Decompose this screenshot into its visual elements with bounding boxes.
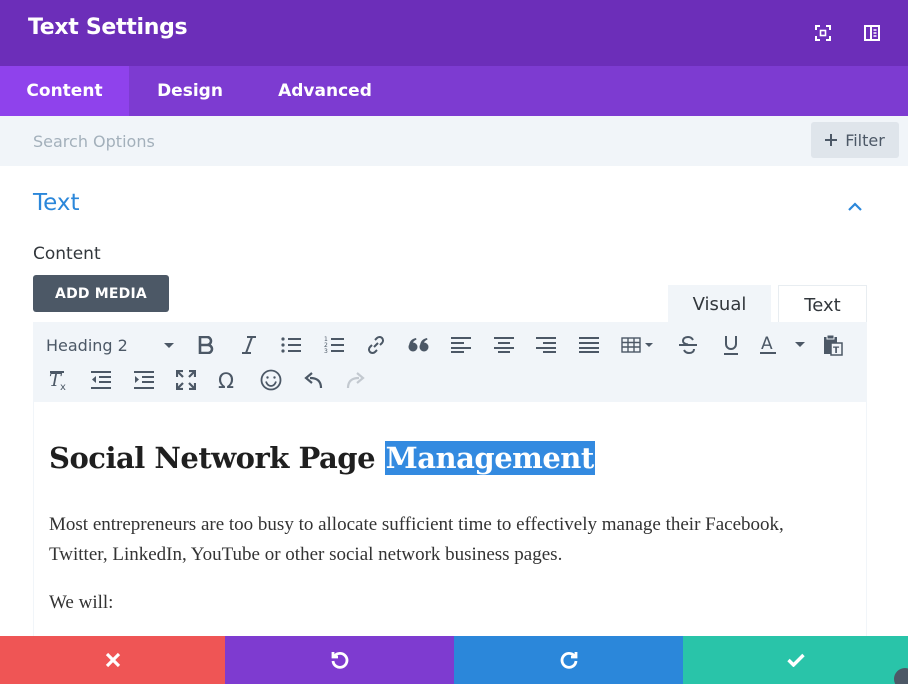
plus-icon <box>825 134 838 146</box>
tab-content[interactable]: Content <box>0 66 129 116</box>
modal-header: Text Settings <box>0 0 908 66</box>
align-justify-icon[interactable] <box>574 330 604 360</box>
undo-icon[interactable] <box>298 365 328 395</box>
indent-icon[interactable] <box>129 365 159 395</box>
settings-tabs: Content Design Advanced <box>0 66 908 116</box>
svg-text:A: A <box>761 335 773 354</box>
fullscreen-icon[interactable] <box>171 365 201 395</box>
editor-paragraph[interactable]: Most entrepreneurs are too busy to alloc… <box>49 510 839 570</box>
editor-heading[interactable]: Social Network Page Management <box>49 441 595 475</box>
align-right-icon[interactable] <box>531 330 561 360</box>
add-media-button[interactable]: ADD MEDIA <box>33 275 169 312</box>
chevron-up-icon[interactable] <box>847 197 863 216</box>
tab-design[interactable]: Design <box>140 66 240 116</box>
underline-icon[interactable] <box>716 330 746 360</box>
align-center-icon[interactable] <box>489 330 519 360</box>
table-icon[interactable] <box>618 330 658 360</box>
text-color-icon[interactable]: A <box>757 330 807 360</box>
selected-text: Management <box>384 441 595 475</box>
special-character-icon[interactable]: Ω <box>213 365 243 395</box>
svg-text:3: 3 <box>324 348 328 355</box>
modal-footer <box>0 636 908 684</box>
field-label: Content <box>33 244 101 264</box>
italic-icon[interactable] <box>234 330 264 360</box>
undo-icon <box>331 651 348 669</box>
numbered-list-icon[interactable]: 123 <box>319 330 349 360</box>
strikethrough-icon[interactable] <box>673 330 703 360</box>
redo-icon[interactable] <box>341 365 371 395</box>
undo-button[interactable] <box>225 636 454 684</box>
format-select[interactable]: Heading 2 <box>46 331 176 359</box>
section-title[interactable]: Text <box>33 190 80 216</box>
fullscreen-icon[interactable] <box>810 20 836 46</box>
redo-button[interactable] <box>454 636 683 684</box>
redo-icon <box>560 651 577 669</box>
chevron-down-icon <box>164 343 174 348</box>
search-bar <box>0 116 908 166</box>
bold-icon[interactable] <box>191 330 221 360</box>
help-button[interactable] <box>894 668 908 684</box>
link-icon[interactable] <box>361 330 391 360</box>
svg-text:Ω: Ω <box>218 369 234 391</box>
discard-button[interactable] <box>0 636 225 684</box>
tab-advanced[interactable]: Advanced <box>265 66 385 116</box>
tab-text[interactable]: Text <box>778 285 867 322</box>
sidebar-layout-icon[interactable] <box>859 20 885 46</box>
check-icon <box>786 653 805 667</box>
editor-paragraph[interactable]: We will: <box>49 588 113 618</box>
close-icon <box>105 652 120 668</box>
modal-title: Text Settings <box>28 15 188 40</box>
emoji-icon[interactable] <box>256 365 286 395</box>
svg-text:T: T <box>833 346 840 356</box>
svg-text:x: x <box>60 382 66 391</box>
outdent-icon[interactable] <box>86 365 116 395</box>
filter-button[interactable]: Filter <box>811 122 899 158</box>
filter-label: Filter <box>845 130 885 150</box>
bullet-list-icon[interactable] <box>276 330 306 360</box>
align-left-icon[interactable] <box>446 330 476 360</box>
paste-text-icon[interactable]: T <box>818 330 848 360</box>
tab-visual[interactable]: Visual <box>668 285 771 322</box>
save-button[interactable] <box>683 636 908 684</box>
format-select-value: Heading 2 <box>46 335 128 355</box>
heading-text: Social Network Page <box>49 441 376 475</box>
clear-formatting-icon[interactable]: Tx <box>44 365 74 395</box>
blockquote-icon[interactable] <box>404 330 434 360</box>
search-input[interactable] <box>33 129 733 153</box>
